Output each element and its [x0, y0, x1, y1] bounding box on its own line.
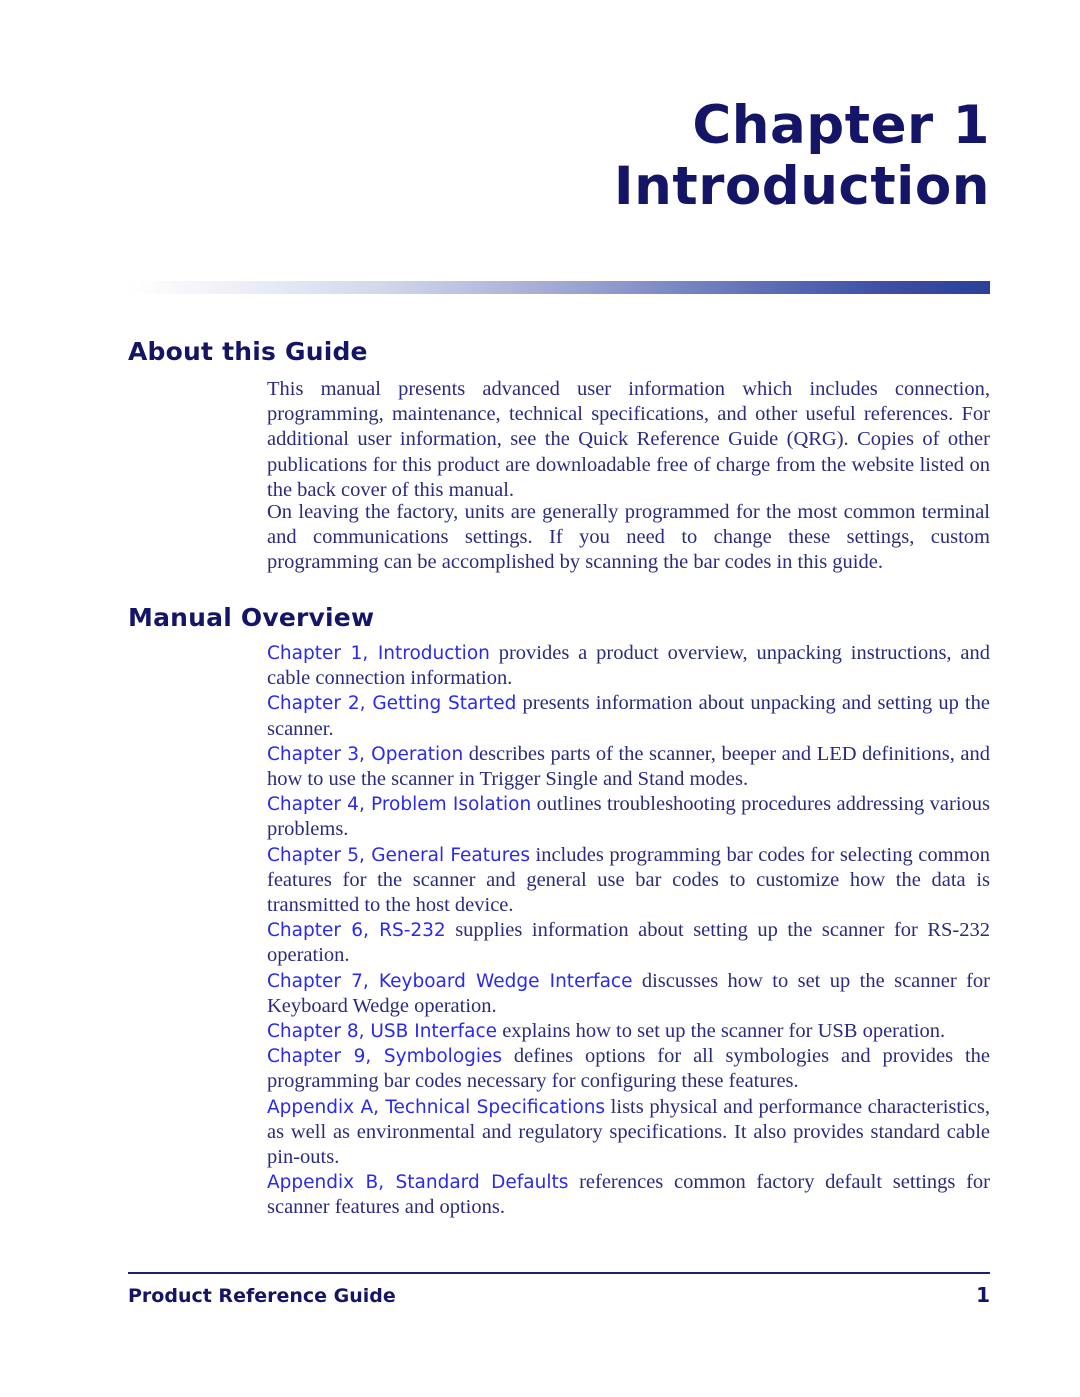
cross-reference-link[interactable]: Appendix A, Technical Specifications: [267, 1097, 605, 1118]
cross-reference-link[interactable]: Chapter 8, USB Interface: [267, 1021, 497, 1042]
manual-overview-entry: Appendix B, Standard Defaults references…: [267, 1170, 990, 1220]
cross-reference-link[interactable]: Chapter 2, Getting Started: [267, 693, 516, 714]
manual-overview-entry-text: explains how to set up the scanner for U…: [497, 1020, 946, 1043]
manual-overview-entry: Appendix A, Technical Specifications lis…: [267, 1095, 990, 1171]
footer-page-number: 1: [976, 1283, 990, 1307]
about-paragraph-2-container: On leaving the factory, units are genera…: [267, 500, 990, 576]
manual-overview-entry: Chapter 8, USB Interface explains how to…: [267, 1019, 990, 1044]
chapter-name: Introduction: [613, 156, 990, 218]
chapter-gradient-rule: [128, 281, 990, 294]
page-footer: Product Reference Guide 1: [128, 1283, 990, 1307]
cross-reference-link[interactable]: Chapter 6, RS-232: [267, 920, 446, 941]
manual-overview-entry: Chapter 6, RS-232 supplies information a…: [267, 918, 990, 968]
cross-reference-link[interactable]: Chapter 3, Operation: [267, 744, 463, 765]
cross-reference-link[interactable]: Chapter 1, Introduction: [267, 643, 490, 664]
footer-title: Product Reference Guide: [128, 1285, 396, 1307]
manual-overview-entry: Chapter 9, Symbologies defines options f…: [267, 1044, 990, 1094]
section-heading-about-this-guide: About this Guide: [128, 337, 368, 366]
document-page: Chapter 1 Introduction About this Guide …: [0, 0, 1080, 1397]
cross-reference-link[interactable]: Chapter 4, Problem Isolation: [267, 794, 531, 815]
cross-reference-link[interactable]: Appendix B, Standard Defaults: [267, 1172, 568, 1193]
section-heading-manual-overview: Manual Overview: [128, 603, 375, 632]
chapter-number: Chapter 1: [692, 95, 990, 156]
footer-divider: [128, 1272, 990, 1274]
manual-overview-list: Chapter 1, Introduction provides a produ…: [267, 641, 990, 1221]
manual-overview-entry: Chapter 5, General Features includes pro…: [267, 843, 990, 919]
cross-reference-link[interactable]: Chapter 9, Symbologies: [267, 1046, 502, 1067]
manual-overview-entry: Chapter 3, Operation describes parts of …: [267, 742, 990, 792]
about-paragraph-2: On leaving the factory, units are genera…: [267, 501, 990, 574]
cross-reference-link[interactable]: Chapter 5, General Features: [267, 845, 530, 866]
manual-overview-entry: Chapter 7, Keyboard Wedge Interface disc…: [267, 969, 990, 1019]
manual-overview-entry: Chapter 1, Introduction provides a produ…: [267, 641, 990, 691]
about-paragraph-1-container: This manual presents advanced user infor…: [267, 377, 990, 503]
manual-overview-entry: Chapter 2, Getting Started presents info…: [267, 691, 990, 741]
cross-reference-link[interactable]: Chapter 7, Keyboard Wedge Interface: [267, 971, 632, 992]
about-paragraph-1: This manual presents advanced user infor…: [267, 378, 990, 501]
chapter-title-block: Chapter 1 Introduction: [128, 98, 990, 214]
manual-overview-entry: Chapter 4, Problem Isolation outlines tr…: [267, 792, 990, 842]
